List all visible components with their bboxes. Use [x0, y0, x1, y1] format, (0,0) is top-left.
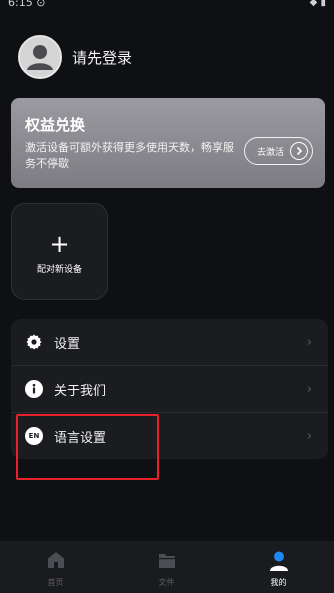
- tab-home[interactable]: 首页: [0, 541, 111, 593]
- status-time: 6:15 ⊙: [8, 0, 46, 9]
- tab-label: 文件: [158, 578, 175, 587]
- gear-icon: [25, 333, 43, 351]
- status-icons: ◆ ▮: [309, 0, 326, 8]
- highlight-annotation: [16, 414, 159, 480]
- bottom-tab-bar: 首页 文件 我的: [0, 541, 334, 593]
- menu-item-about[interactable]: 关于我们 ›: [11, 366, 328, 412]
- tab-mine[interactable]: 我的: [223, 541, 334, 593]
- home-icon: [47, 552, 64, 568]
- info-icon: [25, 380, 43, 398]
- profile-login[interactable]: 请先登录: [18, 35, 132, 79]
- avatar-person-icon: [20, 37, 60, 77]
- profile-icon: [269, 551, 288, 571]
- avatar[interactable]: [18, 35, 62, 79]
- benefit-redeem-card: 权益兑换 激活设备可额外获得更多使用天数，畅享服务不停歇 去激活: [11, 98, 325, 188]
- menu-item-label: 设置: [54, 336, 81, 352]
- menu-item-label: 关于我们: [54, 383, 107, 399]
- plus-icon: +: [49, 230, 70, 258]
- tab-label: 我的: [270, 578, 287, 587]
- benefit-description: 激活设备可额外获得更多使用天数，畅享服务不停歇: [25, 141, 234, 170]
- chevron-right-icon: ›: [306, 334, 312, 350]
- tab-label: 首页: [47, 578, 64, 587]
- pair-device-label: 配对新设备: [36, 265, 82, 275]
- folder-icon: [158, 554, 175, 568]
- menu-item-settings[interactable]: 设置 ›: [11, 319, 328, 365]
- pair-new-device-button[interactable]: + 配对新设备: [11, 203, 108, 300]
- tab-files[interactable]: 文件: [111, 541, 222, 593]
- login-prompt[interactable]: 请先登录: [72, 47, 132, 68]
- chevron-right-circle-icon: [290, 142, 308, 160]
- status-bar: 6:15 ⊙ ◆ ▮: [0, 0, 334, 12]
- activate-button[interactable]: 去激活: [243, 137, 313, 165]
- benefit-title: 权益兑换: [25, 116, 86, 134]
- chevron-right-icon: ›: [306, 381, 312, 397]
- chevron-right-icon: ›: [306, 428, 312, 444]
- activate-label: 去激活: [256, 147, 284, 158]
